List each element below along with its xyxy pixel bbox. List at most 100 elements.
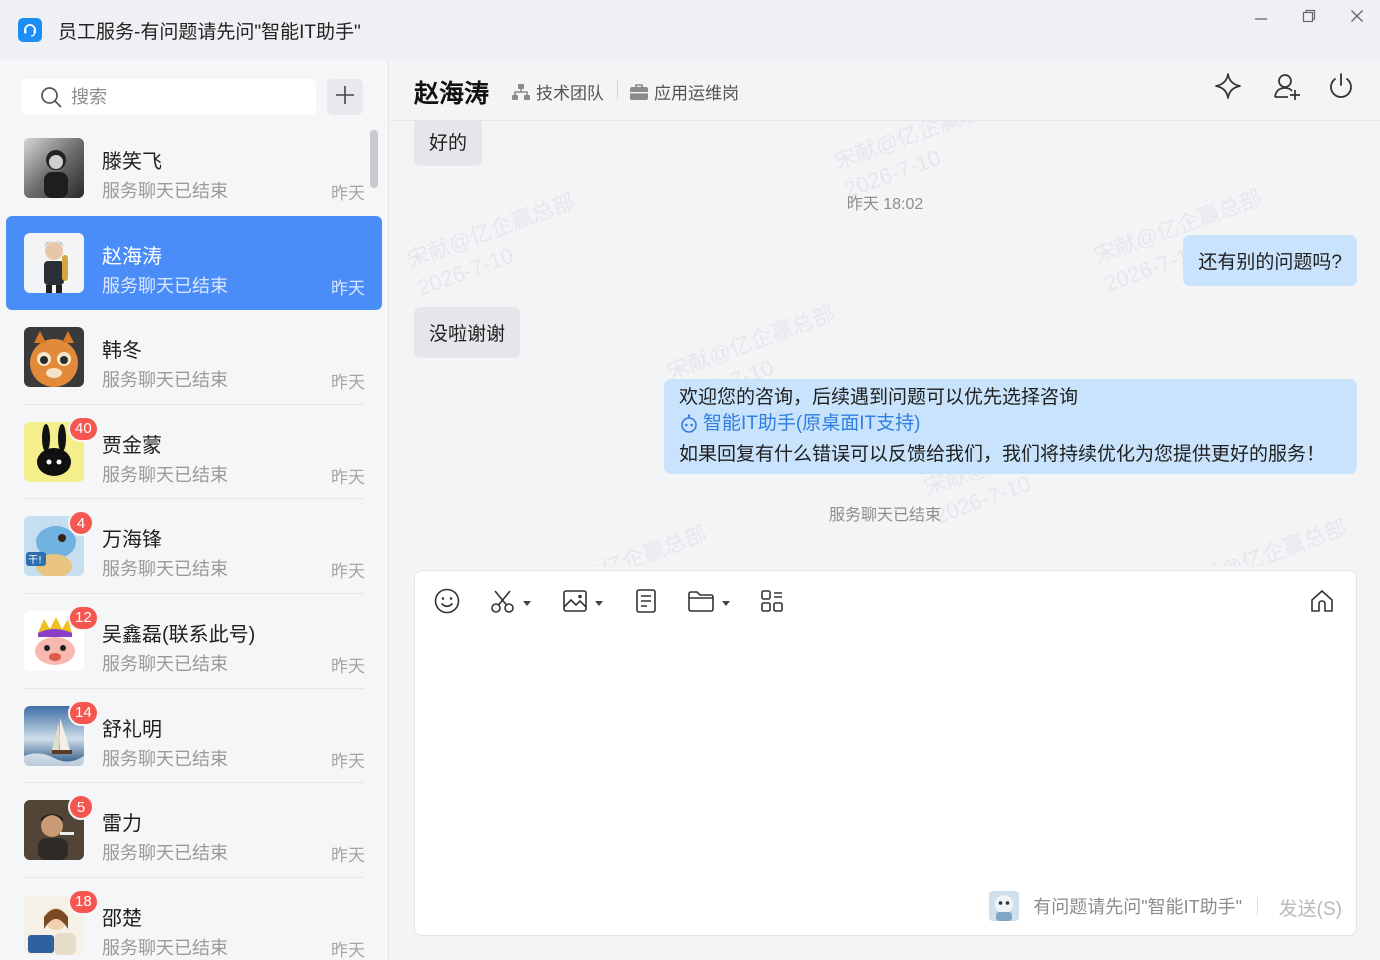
message-incoming[interactable]: 没啦谢谢 (414, 307, 521, 358)
sparkle-icon (1213, 71, 1243, 106)
apps-button[interactable] (758, 587, 786, 619)
last-message: 服务聊天已结束 (102, 275, 228, 296)
contact-name: 贾金蒙 (102, 434, 162, 457)
assistant-hint[interactable]: 有问题请先问"智能IT助手" (989, 891, 1242, 921)
role-label: 应用运维岗 (654, 84, 739, 103)
contact-name: 邵楚 (102, 907, 142, 930)
chevron-down-icon[interactable] (722, 600, 730, 606)
timestamp: 昨天 (331, 467, 365, 487)
add-member-button[interactable] (1267, 68, 1307, 108)
timestamp: 昨天 (331, 940, 365, 960)
last-message: 服务聊天已结束 (102, 464, 228, 485)
close-icon (1349, 8, 1365, 29)
screenshot-button[interactable] (489, 587, 531, 619)
team-label: 技术团队 (536, 84, 604, 103)
minimize-button[interactable] (1241, 6, 1281, 30)
conversation-item[interactable]: 5 雷力 服务聊天已结束 昨天 (6, 783, 382, 878)
last-message: 服务聊天已结束 (102, 748, 228, 769)
contact-name: 吴鑫磊(联系此号) (102, 623, 256, 646)
last-message: 服务聊天已结束 (102, 370, 228, 391)
message-line: 如果回复有什么错误可以反馈给我们，我们将持续优化为您提供更好的服务！ (679, 444, 1326, 465)
plus-icon (334, 84, 356, 111)
folder-icon (686, 587, 716, 620)
minimize-icon (1253, 8, 1269, 29)
apps-grid-icon (758, 587, 786, 620)
conversation-item[interactable]: 18 邵楚 服务聊天已结束 昨天 (6, 878, 382, 960)
restore-button[interactable] (1289, 6, 1329, 30)
assistant-link-label: 智能IT助手(原桌面IT支持) (703, 413, 921, 434)
message-area: 宋献@亿企赢总部 2026-7-10 宋献@亿企赢总部 2026-7-10 宋献… (390, 121, 1380, 566)
power-icon (1326, 71, 1356, 106)
message-incoming[interactable]: 好的 (414, 121, 483, 166)
end-session-button[interactable] (1321, 68, 1361, 108)
last-message: 服务聊天已结束 (102, 843, 228, 864)
timestamp: 昨天 (331, 751, 365, 771)
unread-badge: 4 (68, 510, 94, 537)
home-button[interactable] (1308, 587, 1336, 619)
last-message: 服务聊天已结束 (102, 937, 228, 958)
timestamp: 昨天 (331, 373, 365, 393)
divider (1257, 897, 1258, 915)
scissors-icon (489, 587, 517, 620)
emoji-icon (433, 587, 461, 620)
home-icon (1308, 587, 1336, 620)
conversation-item[interactable]: 14 舒礼明 服务聊天已结束 昨天 (6, 689, 382, 784)
message-outgoing-welcome[interactable]: 欢迎您的咨询，后续遇到问题可以优先选择咨询 智能IT助手(原桌面IT支持) 如果… (664, 379, 1357, 474)
robot-icon (679, 414, 699, 434)
chat-header: 赵海涛 技术团队 应用运维岗 (390, 60, 1380, 121)
timestamp: 昨天 (331, 184, 365, 203)
avatar (24, 232, 84, 293)
app-logo-icon (18, 18, 42, 42)
assistant-hint-label: 有问题请先问"智能IT助手" (1033, 897, 1242, 917)
conversation-item[interactable]: 12 吴鑫磊(联系此号) 服务聊天已结束 昨天 (6, 594, 382, 689)
conversation-item-active[interactable]: 赵海涛 服务聊天已结束 昨天 (6, 215, 382, 311)
briefcase-icon (628, 81, 650, 103)
session-ended-notice: 服务聊天已结束 (828, 507, 941, 524)
unread-badge: 5 (68, 794, 94, 821)
add-user-icon (1271, 70, 1303, 107)
chevron-down-icon[interactable] (523, 600, 531, 606)
conversation-item[interactable]: 40 贾金蒙 服务聊天已结束 昨天 (6, 405, 382, 500)
send-button[interactable]: 发送(S) (1279, 894, 1342, 921)
close-window-button[interactable] (1337, 6, 1377, 30)
message-composer[interactable]: 有问题请先问"智能IT助手" 发送(S) (414, 570, 1357, 936)
restore-icon (1301, 8, 1317, 29)
document-button[interactable] (632, 587, 660, 619)
image-icon (561, 587, 589, 620)
image-button[interactable] (561, 587, 603, 619)
search-icon (39, 85, 63, 109)
unread-badge: 12 (68, 604, 99, 631)
contact-name: 雷力 (102, 813, 142, 836)
message-outgoing[interactable]: 还有别的问题吗? (1183, 235, 1357, 286)
window-title: 员工服务-有问题请先问"智能IT助手" (58, 21, 361, 43)
role-tag: 应用运维岗 (628, 79, 739, 104)
conversation-item[interactable]: 韩冬 服务聊天已结束 昨天 (6, 310, 382, 405)
conversation-item[interactable]: 干! 4 万海锋 服务聊天已结束 昨天 (6, 499, 382, 594)
last-message: 服务聊天已结束 (102, 181, 228, 201)
assistant-avatar (989, 891, 1020, 921)
contact-name: 万海锋 (102, 529, 162, 552)
chat-peer-name: 赵海涛 (414, 80, 490, 108)
conversation-list: 滕笑飞 服务聊天已结束 昨天 赵海涛 服务聊天已结束 昨天 韩冬 服务聊天已结束… (6, 121, 382, 960)
search-input[interactable] (71, 86, 291, 108)
last-message: 服务聊天已结束 (102, 653, 228, 674)
conversation-item[interactable]: 滕笑飞 服务聊天已结束 昨天 (6, 121, 382, 216)
message-line: 欢迎您的咨询，后续遇到问题可以优先选择咨询 (679, 387, 1079, 408)
contact-name: 滕笑飞 (102, 151, 162, 173)
unread-badge: 14 (68, 699, 99, 726)
last-message: 服务聊天已结束 (102, 559, 228, 580)
conversation-sidebar: 滕笑飞 服务聊天已结束 昨天 赵海涛 服务聊天已结束 昨天 韩冬 服务聊天已结束… (0, 60, 389, 960)
avatar (24, 327, 84, 388)
file-button[interactable] (686, 587, 730, 619)
emoji-button[interactable] (433, 587, 461, 619)
unread-badge: 40 (68, 415, 99, 442)
contact-name: 赵海涛 (102, 245, 162, 268)
chevron-down-icon[interactable] (595, 600, 603, 606)
contact-name: 韩冬 (102, 340, 142, 363)
favorite-button[interactable] (1208, 68, 1248, 108)
assistant-link[interactable]: 智能IT助手(原桌面IT支持) (679, 411, 920, 437)
document-icon (632, 587, 660, 620)
add-conversation-button[interactable] (327, 79, 363, 115)
search-box[interactable] (21, 79, 316, 115)
tag-divider (617, 81, 618, 99)
